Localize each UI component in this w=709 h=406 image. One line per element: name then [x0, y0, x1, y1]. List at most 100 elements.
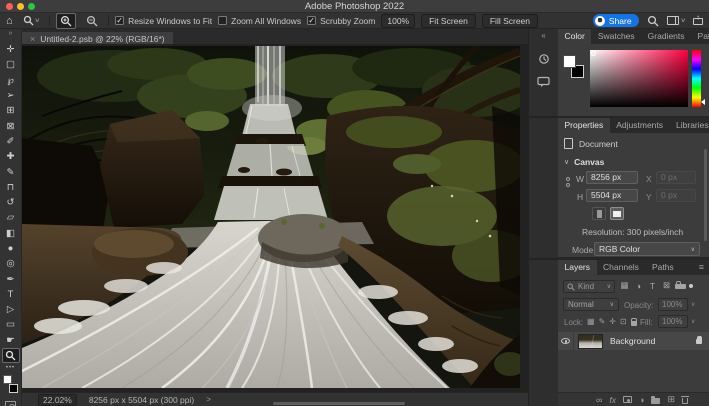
tab-color[interactable]: Color — [558, 29, 591, 44]
lasso-tool[interactable]: ℘ — [2, 73, 20, 88]
tab-patterns[interactable]: Patterns — [691, 29, 709, 44]
adjustment-layer-icon[interactable]: ◑ — [639, 395, 644, 405]
export-icon[interactable]: ↑ — [693, 16, 703, 25]
layer-thumbnail[interactable] — [578, 334, 603, 349]
fit-screen-button[interactable]: Fit Screen — [421, 14, 476, 28]
link-layers-icon[interactable]: ∞ — [596, 395, 602, 405]
eraser-tool[interactable]: ▱ — [2, 210, 20, 225]
comments-panel-icon[interactable] — [529, 76, 558, 88]
tab-layers[interactable]: Layers — [558, 260, 597, 275]
height-input[interactable]: 5504 px — [586, 189, 638, 202]
zoom-tool-preset-button[interactable]: ∨ — [19, 13, 43, 28]
tab-gradients[interactable]: Gradients — [641, 29, 691, 44]
canvas-section-header[interactable]: ∨ Canvas — [564, 157, 604, 167]
tab-adjustments[interactable]: Adjustments — [610, 118, 670, 133]
collapse-panels-icon[interactable]: « — [529, 29, 558, 42]
history-brush-tool[interactable]: ↺ — [2, 195, 20, 210]
fill-screen-button[interactable]: Fill Screen — [482, 14, 538, 28]
fill-input[interactable]: 100% — [658, 315, 688, 328]
saturation-brightness-field[interactable] — [590, 50, 688, 107]
crop-tool[interactable]: ⊞ — [2, 103, 20, 118]
filter-pixel-layers-icon[interactable]: ▦ — [619, 280, 630, 291]
portrait-orientation-button[interactable] — [592, 207, 606, 220]
filter-smart-objects-icon[interactable] — [675, 281, 686, 291]
lock-pixels-icon[interactable]: ✎ — [599, 317, 606, 326]
filter-adjustment-layers-icon[interactable]: ◑ — [633, 281, 644, 291]
panel-menu-icon[interactable]: ≡ — [699, 260, 709, 275]
background-color-swatch[interactable] — [9, 384, 18, 393]
layer-filter-select[interactable]: Kind ∨ — [563, 280, 615, 293]
brush-tool[interactable]: ✎ — [2, 164, 20, 179]
add-layer-mask-icon[interactable] — [623, 396, 632, 403]
gradient-tool[interactable]: ◧ — [2, 226, 20, 241]
tab-properties[interactable]: Properties — [558, 118, 610, 133]
landscape-orientation-button[interactable] — [610, 207, 624, 220]
healing-brush-tool[interactable]: ✚ — [2, 149, 20, 164]
clone-stamp-tool[interactable]: ⊓ — [2, 180, 20, 195]
properties-scrollbar[interactable] — [704, 149, 707, 241]
hue-slider[interactable] — [692, 50, 701, 107]
path-selection-tool[interactable]: ▷ — [2, 302, 20, 317]
hand-tool[interactable]: ☛ — [2, 333, 20, 348]
layer-row-background[interactable]: Background — [558, 332, 709, 350]
move-tool[interactable]: ✛ — [2, 42, 20, 57]
status-zoom-level[interactable]: 22.02% — [38, 394, 77, 406]
zoom-out-button[interactable] — [82, 13, 102, 29]
color-swatches-widget[interactable] — [2, 375, 20, 395]
tab-swatches[interactable]: Swatches — [591, 29, 641, 44]
link-dimensions-icon[interactable] — [566, 177, 570, 187]
quick-mask-icon[interactable] — [5, 401, 16, 406]
color-picker-marker[interactable] — [591, 51, 596, 56]
opacity-input[interactable]: 100% — [658, 298, 688, 311]
dodge-tool[interactable]: ◎ — [2, 256, 20, 271]
filter-shape-layers-icon[interactable]: ⊠ — [661, 280, 672, 291]
filter-toggle-icon[interactable] — [689, 284, 693, 288]
pen-tool[interactable]: ✒ — [2, 271, 20, 286]
workspace-switcher[interactable]: ∨ — [667, 16, 685, 25]
new-layer-icon[interactable]: ⊞ — [667, 394, 675, 405]
hue-slider-pointer[interactable] — [701, 99, 705, 105]
foreground-color-swatch[interactable] — [3, 375, 12, 384]
horizontal-scrollbar[interactable] — [273, 402, 405, 405]
chevron-down-icon[interactable]: ∨ — [691, 301, 695, 308]
mode-select[interactable]: RGB Color ∨ — [594, 242, 700, 256]
tab-channels[interactable]: Channels — [597, 260, 646, 275]
layer-effects-icon[interactable]: fx — [609, 395, 616, 405]
blur-tool[interactable]: ● — [2, 241, 20, 256]
foreground-color-swatch[interactable] — [563, 55, 576, 68]
marquee-tool[interactable]: ▢ — [2, 57, 20, 72]
checkbox-checked-icon[interactable]: ✓ — [307, 16, 316, 25]
delete-layer-icon[interactable] — [682, 398, 688, 404]
chevron-down-icon[interactable]: ∨ — [691, 318, 695, 325]
share-button[interactable]: Share — [593, 14, 639, 27]
lock-all-icon[interactable] — [631, 321, 637, 326]
new-group-icon[interactable] — [651, 398, 660, 404]
zoom-in-button[interactable] — [56, 13, 76, 29]
lock-transparency-icon[interactable]: ▦ — [587, 317, 595, 326]
object-selection-tool[interactable]: ➢ — [2, 88, 20, 103]
zoom-tool[interactable] — [2, 348, 20, 363]
checkbox-checked-icon[interactable]: ✓ — [115, 16, 124, 25]
lock-position-icon[interactable]: ✛ — [609, 317, 616, 326]
frame-tool[interactable]: ⊠ — [2, 118, 20, 133]
history-panel-icon[interactable] — [529, 53, 558, 65]
resize-windows-to-fit-option[interactable]: ✓ Resize Windows to Fit — [115, 16, 212, 26]
canvas-image[interactable] — [22, 46, 520, 388]
lock-artboard-icon[interactable]: ⊡ — [620, 317, 627, 326]
toolbar-expand-icon[interactable]: » — [0, 29, 21, 39]
shape-tool[interactable]: ▭ — [2, 317, 20, 332]
type-tool[interactable]: T — [2, 287, 20, 302]
zoom-percentage-input[interactable]: 100% — [381, 14, 415, 28]
eyedropper-tool[interactable]: ✐ — [2, 134, 20, 149]
filter-type-layers-icon[interactable]: T — [647, 281, 658, 291]
checkbox-unchecked-icon[interactable]: ✓ — [218, 16, 227, 25]
scrubby-zoom-option[interactable]: ✓ Scrubby Zoom — [307, 16, 375, 26]
edit-toolbar-icon[interactable]: ••• — [0, 365, 21, 371]
width-input[interactable]: 8256 px — [586, 171, 638, 184]
close-tab-icon[interactable]: × — [30, 34, 35, 44]
search-icon[interactable] — [647, 15, 659, 27]
tab-paths[interactable]: Paths — [645, 260, 680, 275]
y-input[interactable]: 0 px — [656, 189, 696, 202]
blend-mode-select[interactable]: Normal ∨ — [563, 298, 619, 311]
zoom-all-windows-option[interactable]: ✓ Zoom All Windows — [218, 16, 301, 26]
